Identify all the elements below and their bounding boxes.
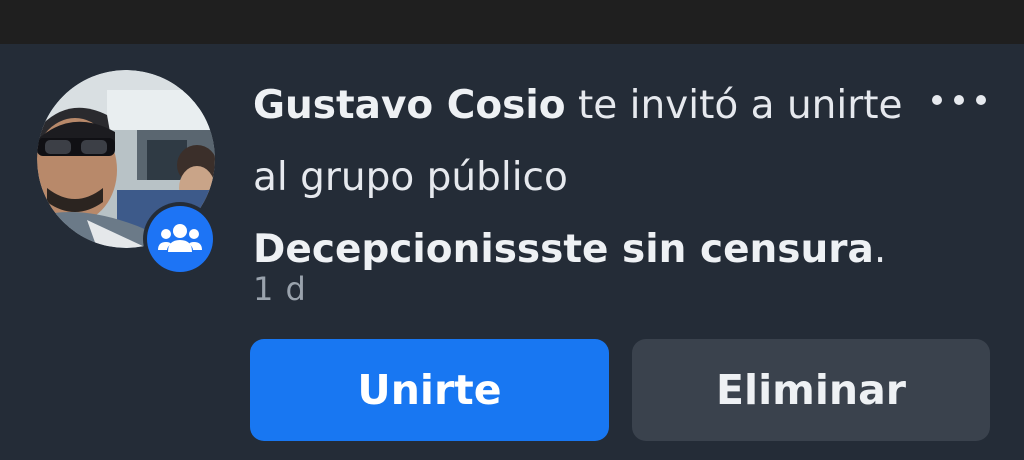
message-text-2: al grupo público	[253, 155, 568, 200]
notification-line-1: Gustavo Cosio te invitó a unirte	[253, 70, 953, 142]
message-text-1: te invitó a unirte	[565, 83, 903, 128]
more-options-icon[interactable]	[932, 88, 986, 112]
notification-line-3: Decepcionissste sin censura.	[253, 214, 953, 286]
avatar-container[interactable]	[37, 70, 217, 276]
join-button[interactable]: Unirte	[250, 339, 609, 441]
group-icon	[158, 224, 202, 252]
notification-time: 1 d	[253, 270, 307, 308]
group-name[interactable]: Decepcionissste sin censura	[253, 227, 874, 272]
notification-line-2: al grupo público	[253, 142, 953, 214]
sender-name[interactable]: Gustavo Cosio	[253, 83, 566, 128]
group-badge	[143, 202, 217, 276]
group-invite-notification[interactable]: Gustavo Cosio te invitó a unirte al grup…	[0, 44, 1024, 460]
group-name-suffix: .	[873, 227, 887, 272]
delete-button[interactable]: Eliminar	[632, 339, 990, 441]
notification-text: Gustavo Cosio te invitó a unirte al grup…	[253, 70, 953, 286]
status-bar-strip	[0, 0, 1024, 44]
